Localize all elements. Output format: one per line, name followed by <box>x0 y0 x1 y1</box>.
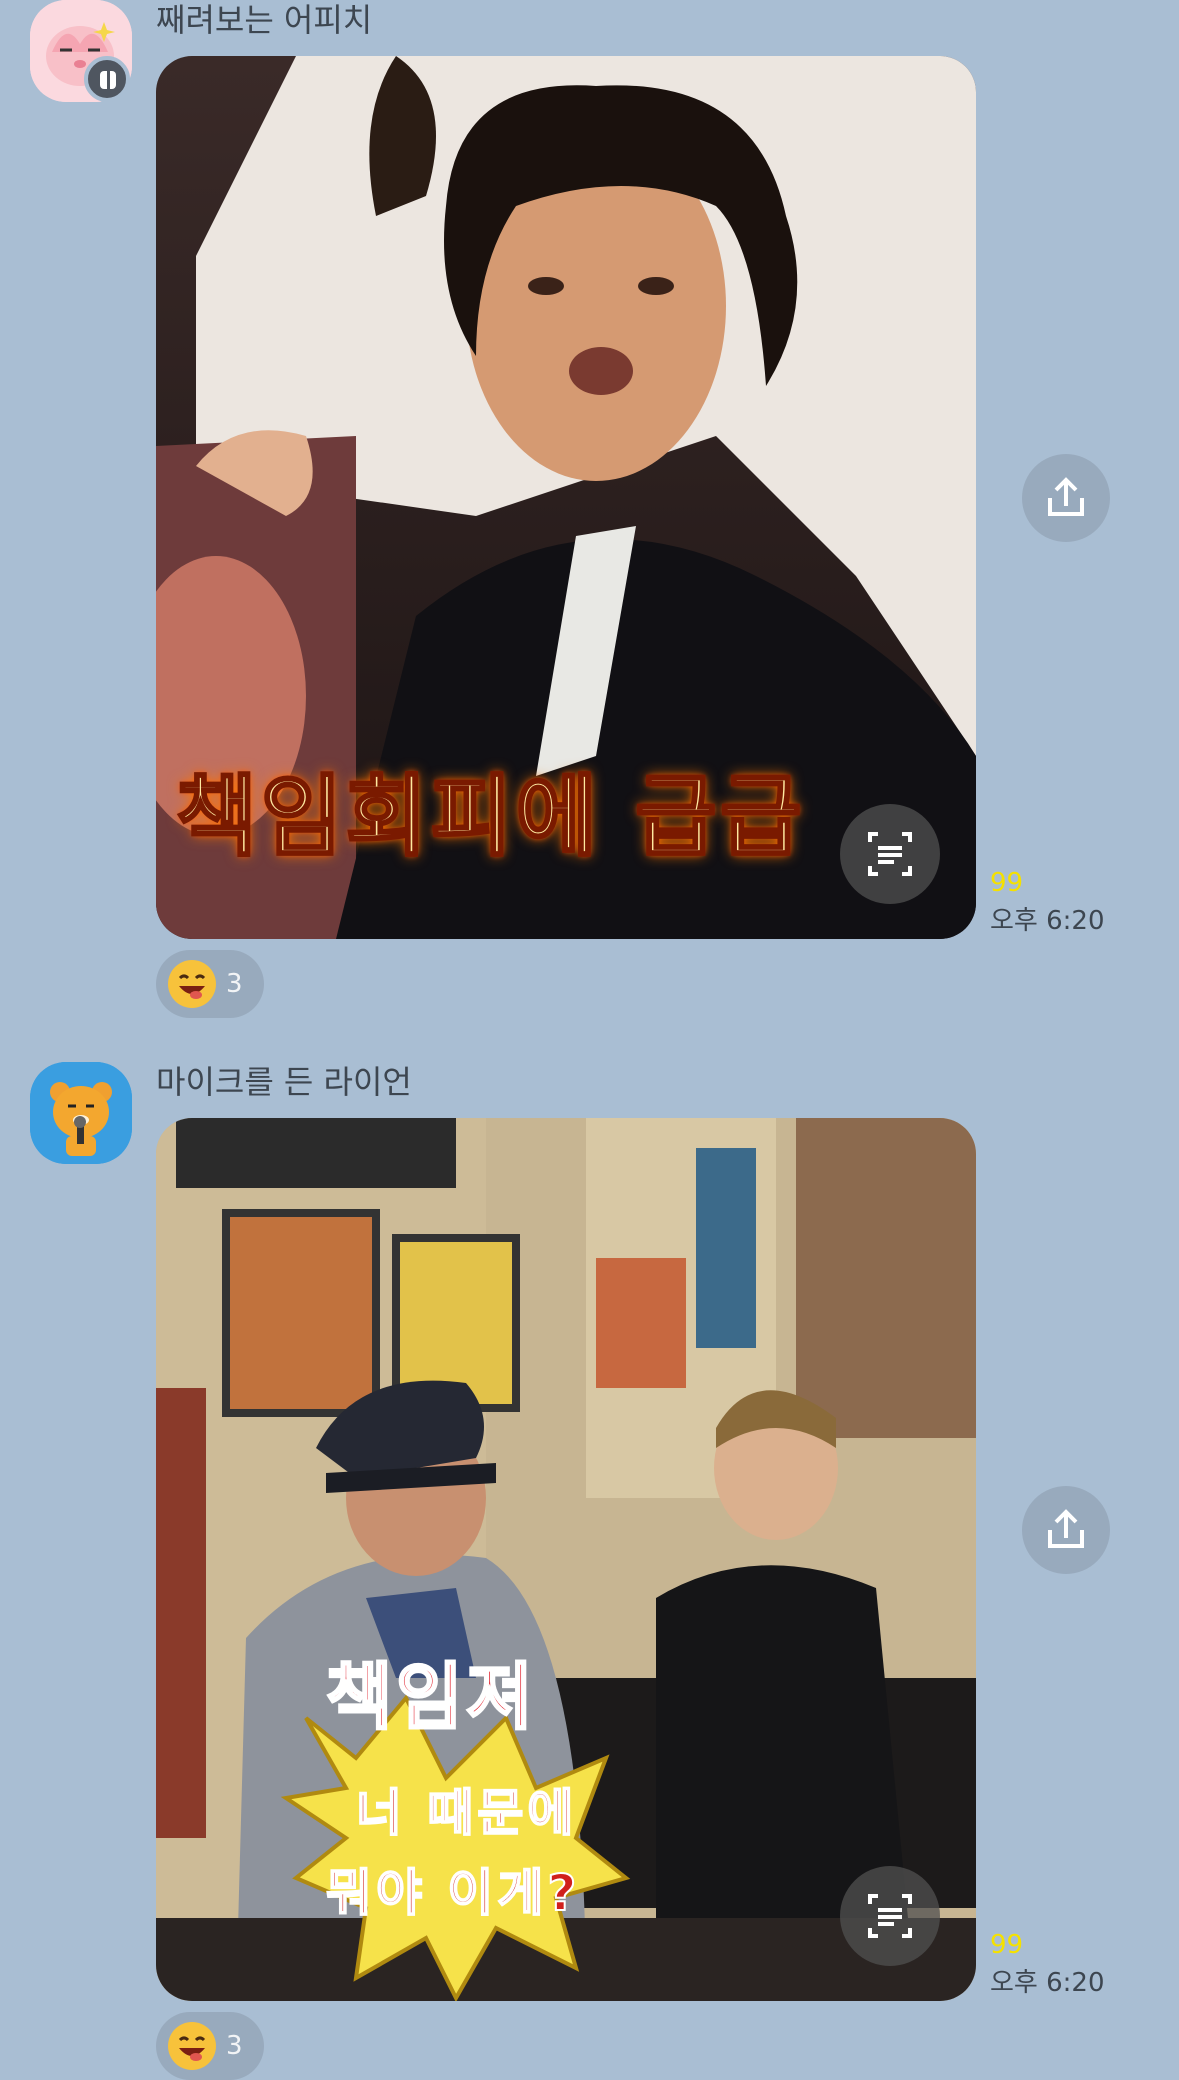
reaction-badge[interactable]: 3 <box>156 2012 264 2080</box>
photo-caption-title: 책임져 <box>325 1654 537 1741</box>
share-icon <box>1048 1509 1084 1548</box>
avatar-ryan[interactable] <box>30 1062 132 1164</box>
reaction-count: 3 <box>226 969 243 999</box>
status-badge-icon <box>84 56 130 102</box>
laughing-emoji-icon <box>168 960 216 1008</box>
ryan-with-mic-icon <box>30 1062 132 1164</box>
share-icon <box>1048 477 1084 516</box>
reaction-count: 3 <box>226 2031 243 2061</box>
text-scan-button[interactable] <box>840 1866 940 1966</box>
text-scan-button[interactable] <box>840 804 940 904</box>
sender-name: 마이크를 든 라이언 <box>156 1063 412 1101</box>
photo-caption-line1: 너 때문에 <box>355 1783 578 1843</box>
message-time: 오후 6:20 <box>990 906 1105 936</box>
sender-name: 째려보는 어피치 <box>156 1 373 39</box>
unread-count: 99 <box>990 868 1024 898</box>
photo-caption: 책임회피에 급급 <box>174 764 806 870</box>
text-scan-icon <box>868 832 912 876</box>
share-button[interactable] <box>1022 1486 1110 1574</box>
photo-caption-line2: 뭐야 이게? <box>325 1863 581 1923</box>
share-button[interactable] <box>1022 454 1110 542</box>
laughing-emoji-icon <box>168 2022 216 2070</box>
text-scan-icon <box>868 1894 912 1938</box>
message-time: 오후 6:20 <box>990 1968 1105 1998</box>
unread-count: 99 <box>990 1930 1024 1960</box>
reaction-badge[interactable]: 3 <box>156 950 264 1018</box>
